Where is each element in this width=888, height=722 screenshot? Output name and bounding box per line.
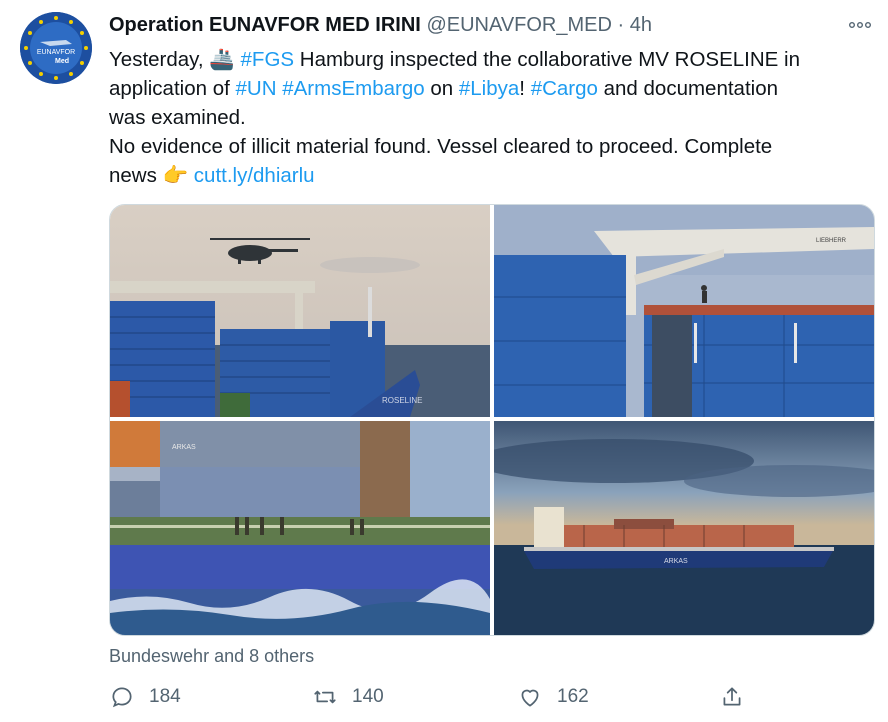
ship-name-label: ROSELINE — [382, 396, 422, 405]
photo-boarding-team[interactable]: ARKAS — [110, 421, 490, 635]
text-segment: ! — [519, 77, 531, 100]
text-segment: Yesterday, — [109, 48, 210, 71]
pointing-hand-emoji-icon: 👉 — [162, 164, 189, 187]
photo-helicopter-boarding[interactable]: ROSELINE — [110, 205, 490, 417]
tweet-text: Yesterday, 🚢 #FGS Hamburg inspected the … — [109, 45, 869, 190]
reply-button[interactable]: 184 — [109, 684, 181, 710]
share-button[interactable] — [719, 684, 745, 710]
tweet-line-2: application of #UN #ArmsEmbargo on #Liby… — [109, 74, 869, 103]
tweet-line-4: No evidence of illicit material found. V… — [109, 135, 773, 158]
tweet-line-1: Yesterday, 🚢 #FGS Hamburg inspected the … — [109, 45, 869, 74]
heart-icon — [521, 689, 539, 707]
tweet-line-5: news 👉 cutt.ly/dhiarlu — [109, 161, 869, 190]
retweet-count: 140 — [352, 686, 384, 707]
avatar[interactable]: EUNAVFOR Med — [20, 12, 92, 84]
ship-emoji-icon: 🚢 — [209, 48, 235, 71]
author-handle[interactable]: @EUNAVFOR_MED — [426, 14, 612, 36]
hashtag-armsembargo[interactable]: #ArmsEmbargo — [282, 77, 424, 100]
media-grid: ROSELINE LIEBHERR ARKAS ARKAS — [109, 204, 875, 636]
hull-brand-label: ARKAS — [664, 558, 688, 565]
text-segment: Hamburg inspected the collaborative MV R… — [294, 48, 800, 71]
eunavfor-logo-icon: EUNAVFOR Med — [20, 12, 92, 84]
liked-by-text[interactable]: Bundeswehr and 8 others — [109, 646, 314, 667]
photo-crane-containers[interactable]: LIEBHERR — [494, 205, 874, 417]
tweet-actions: 184 140 162 — [109, 684, 869, 716]
hashtag-cargo[interactable]: #Cargo — [531, 77, 598, 100]
tweet-header: Operation EUNAVFOR MED IRINI @EUNAVFOR_M… — [109, 14, 872, 42]
text-segment: and documentation — [597, 77, 779, 100]
like-count: 162 — [557, 686, 589, 707]
svg-text:Med: Med — [55, 58, 69, 65]
share-icon — [723, 687, 741, 706]
svg-text:EUNAVFOR: EUNAVFOR — [37, 49, 75, 56]
text-segment: application of — [109, 77, 236, 100]
reply-count: 184 — [149, 686, 181, 707]
text-segment: on — [424, 77, 459, 100]
more-options-icon[interactable] — [848, 14, 872, 35]
timestamp[interactable]: 4h — [630, 14, 652, 36]
tweet-line-3: was examined. — [109, 106, 246, 129]
container-brand-label: ARKAS — [172, 444, 196, 451]
photo-ship-at-sea[interactable]: ARKAS — [494, 421, 874, 635]
like-button[interactable]: 162 — [517, 684, 589, 710]
crane-brand-label: LIEBHERR — [816, 238, 847, 244]
retweet-icon — [314, 690, 336, 704]
news-link[interactable]: cutt.ly/dhiarlu — [194, 164, 315, 187]
retweet-button[interactable]: 140 — [312, 684, 384, 710]
separator: · — [617, 14, 625, 36]
hashtag-un[interactable]: #UN — [236, 77, 277, 100]
hashtag-libya[interactable]: #Libya — [459, 77, 519, 100]
text-segment: news — [109, 164, 163, 187]
author-name[interactable]: Operation EUNAVFOR MED IRINI — [109, 14, 421, 36]
hashtag-fgs[interactable]: #FGS — [241, 48, 295, 71]
reply-icon — [112, 687, 132, 708]
